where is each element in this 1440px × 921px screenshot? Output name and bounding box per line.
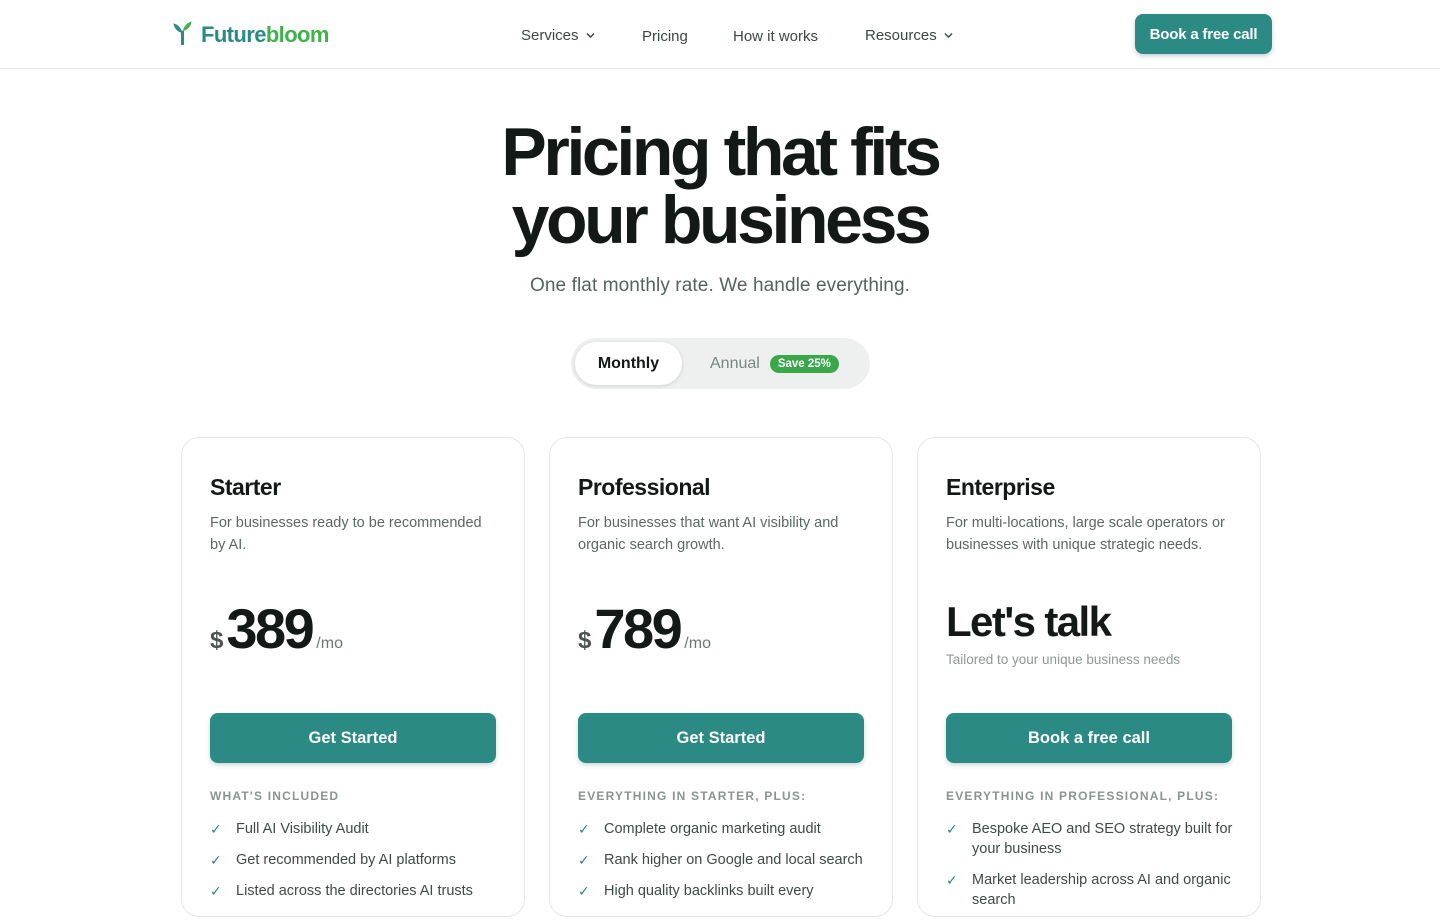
list-item: ✓ Full AI Visibility Audit <box>210 819 500 839</box>
feature-text: Bespoke AEO and SEO strategy built for y… <box>972 821 1233 857</box>
logo-word-part2: bloom <box>265 22 330 47</box>
plan-price-text: Let's talk <box>946 598 1112 645</box>
plan-description: For businesses that want AI visibility a… <box>578 515 839 553</box>
list-item: ✓ Bespoke AEO and SEO strategy built for … <box>946 819 1236 859</box>
included-heading: EVERYTHING IN STARTER, PLUS: <box>578 789 807 803</box>
check-icon: ✓ <box>210 852 222 868</box>
list-item: ✓ High quality backlinks built every <box>578 881 868 901</box>
plan-price: $ 789 /mo <box>578 598 711 660</box>
plan-card-professional: Professional For businesses that want AI… <box>549 437 893 917</box>
feature-text: Full AI Visibility Audit <box>236 821 369 837</box>
billing-monthly-option[interactable]: Monthly <box>575 342 682 385</box>
logo-word-part1: Future <box>201 22 266 47</box>
chevron-down-icon <box>586 32 594 38</box>
site-header: Futurebloom Services Pricing How it work… <box>0 0 1440 69</box>
plan-description: For businesses ready to be recommended b… <box>210 515 482 553</box>
book-call-button[interactable]: Book a free call <box>946 713 1232 763</box>
check-icon: ✓ <box>578 821 590 837</box>
feature-list: ✓ Complete organic marketing audit ✓ Rank … <box>578 819 868 912</box>
get-started-button[interactable]: Get Started <box>578 713 864 763</box>
check-icon: ✓ <box>946 821 958 837</box>
billing-toggle: Monthly Annual Save 25% <box>571 338 870 389</box>
check-icon: ✓ <box>946 872 958 888</box>
page-title-line2: your business <box>511 182 932 258</box>
page-subtitle: One flat monthly rate. We handle everyth… <box>529 275 911 296</box>
price-currency: $ <box>578 627 592 654</box>
list-item: ✓ Rank higher on Google and local search <box>578 850 868 870</box>
check-icon: ✓ <box>210 883 222 899</box>
check-icon: ✓ <box>210 821 222 837</box>
feature-text: High quality backlinks built every <box>604 883 814 899</box>
book-call-button[interactable]: Book a free call <box>1135 14 1272 54</box>
price-amount: 389 <box>226 597 314 660</box>
page-title-line1: Pricing that fits <box>501 114 942 190</box>
logo-link[interactable]: Futurebloom <box>173 21 329 50</box>
nav-label: Pricing <box>642 27 688 45</box>
plan-name: Professional <box>578 474 711 500</box>
price-currency: $ <box>210 627 224 654</box>
plan-card-enterprise: Enterprise For multi-locations, large sc… <box>917 437 1261 917</box>
included-heading: EVERYTHING IN PROFESSIONAL, PLUS: <box>946 789 1220 803</box>
nav-item-resources[interactable]: Resources <box>865 24 953 46</box>
list-item: ✓ Get recommended by AI platforms <box>210 850 500 870</box>
nav-item-services[interactable]: Services <box>521 24 595 46</box>
price-amount: 789 <box>594 597 682 660</box>
billing-annual-option[interactable]: Annual Save 25% <box>710 351 839 376</box>
nav-item-how-it-works[interactable]: How it works <box>733 25 818 47</box>
feature-text: Complete organic marketing audit <box>604 821 821 837</box>
plan-price-subtext: Tailored to your unique business needs <box>946 652 1181 667</box>
price-period: /mo <box>684 635 711 652</box>
nav-label: How it works <box>733 27 819 45</box>
save-badge: Save 25% <box>769 354 839 373</box>
nav-label: Services <box>521 26 579 44</box>
feature-list: ✓ Bespoke AEO and SEO strategy built for … <box>946 819 1236 921</box>
plan-price: $ 389 /mo <box>210 598 343 660</box>
list-item: ✓ Complete organic marketing audit <box>578 819 868 839</box>
plan-name: Starter <box>210 474 281 500</box>
plan-card-starter: Starter For businesses ready to be recom… <box>181 437 525 917</box>
get-started-button[interactable]: Get Started <box>210 713 496 763</box>
feature-text: Listed across the directories AI trusts <box>236 883 473 899</box>
annual-label: Annual <box>710 354 760 372</box>
feature-list: ✓ Full AI Visibility Audit ✓ Get recommend… <box>210 819 500 912</box>
included-heading: WHAT'S INCLUDED <box>210 789 340 803</box>
check-icon: ✓ <box>578 883 590 899</box>
chevron-down-icon <box>944 32 953 38</box>
list-item: ✓ Listed across the directories AI trusts <box>210 881 500 901</box>
price-period: /mo <box>316 635 343 652</box>
feature-text: Get recommended by AI platforms <box>236 852 457 868</box>
check-icon: ✓ <box>578 852 590 868</box>
nav-item-pricing[interactable]: Pricing <box>642 25 688 47</box>
feature-text: Rank higher on Google and local search <box>604 852 863 868</box>
list-item: ✓ Market leadership across AI and organic… <box>946 870 1236 910</box>
plan-description: For multi-locations, large scale operato… <box>946 515 1225 553</box>
sprout-icon <box>173 21 192 50</box>
nav-label: Resources <box>865 26 937 44</box>
plan-name: Enterprise <box>946 474 1055 500</box>
logo-wordmark: Futurebloom <box>201 22 329 48</box>
feature-text: Market leadership across AI and organic … <box>972 872 1231 908</box>
page-title: Pricing that fits your business <box>0 118 1440 254</box>
